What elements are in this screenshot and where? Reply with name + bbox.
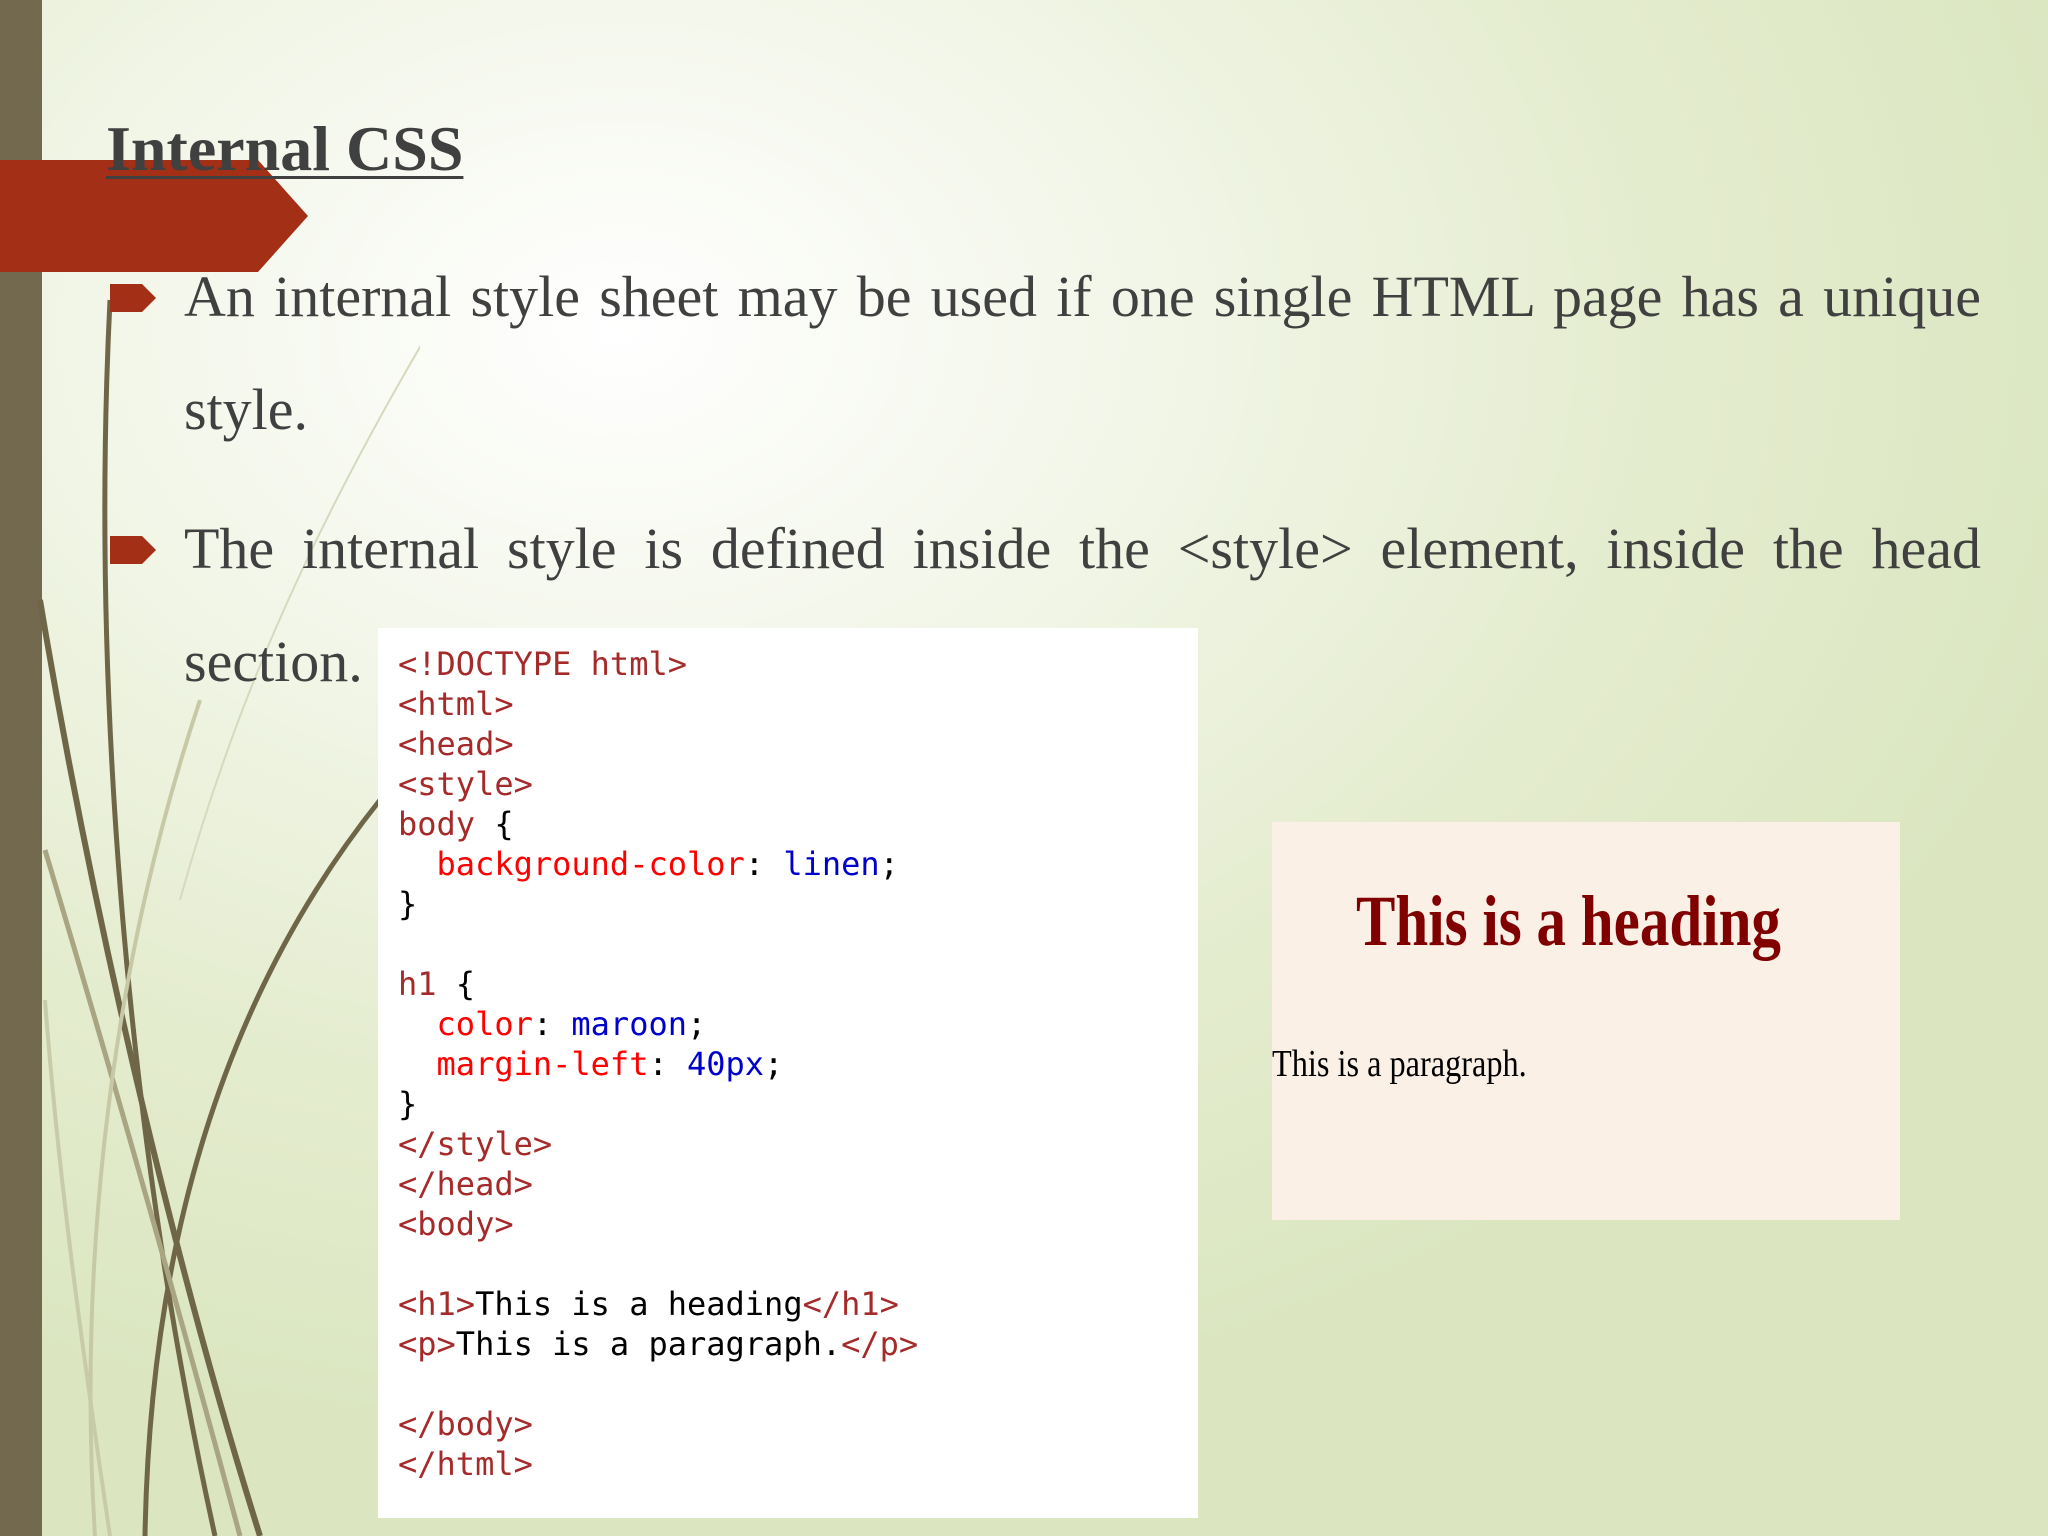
code-line: <html> (398, 685, 514, 723)
code-line: <p>This is a paragraph.</p> (398, 1325, 919, 1363)
code-line: h1 { (398, 965, 476, 1003)
code-line: background-color: linen; (436, 845, 899, 883)
code-line: } (398, 885, 418, 923)
code-line: <!DOCTYPE html> (398, 645, 687, 683)
code-line: </html> (398, 1445, 533, 1483)
arrow-bullet-icon (110, 536, 156, 564)
code-line: <style> (398, 765, 533, 803)
code-line: <h1>This is a heading</h1> (398, 1285, 899, 1323)
code-line: } (398, 1085, 418, 1123)
code-line: body { (398, 805, 514, 843)
code-listing: <!DOCTYPE html> <html> <head> <style> body {… (378, 628, 1198, 1484)
code-line: </style> (398, 1125, 553, 1163)
code-line: color: maroon; (436, 1005, 707, 1043)
code-line: </body> (398, 1405, 533, 1443)
code-example-box: <!DOCTYPE html> <html> <head> <style> body {… (378, 628, 1198, 1518)
rendered-output-box: This is a heading This is a paragraph. (1272, 822, 1900, 1220)
output-heading: This is a heading (1356, 881, 1781, 961)
slide-title: Internal CSS (106, 113, 464, 184)
code-line: <body> (398, 1205, 514, 1243)
output-paragraph: This is a paragraph. (1272, 1043, 1527, 1085)
bullet-text: An internal style sheet may be used if o… (184, 264, 1981, 442)
code-line: </head> (398, 1165, 533, 1203)
arrow-bullet-icon (110, 284, 156, 312)
code-line: margin-left: 40px; (436, 1045, 784, 1083)
code-line: <head> (398, 725, 514, 763)
